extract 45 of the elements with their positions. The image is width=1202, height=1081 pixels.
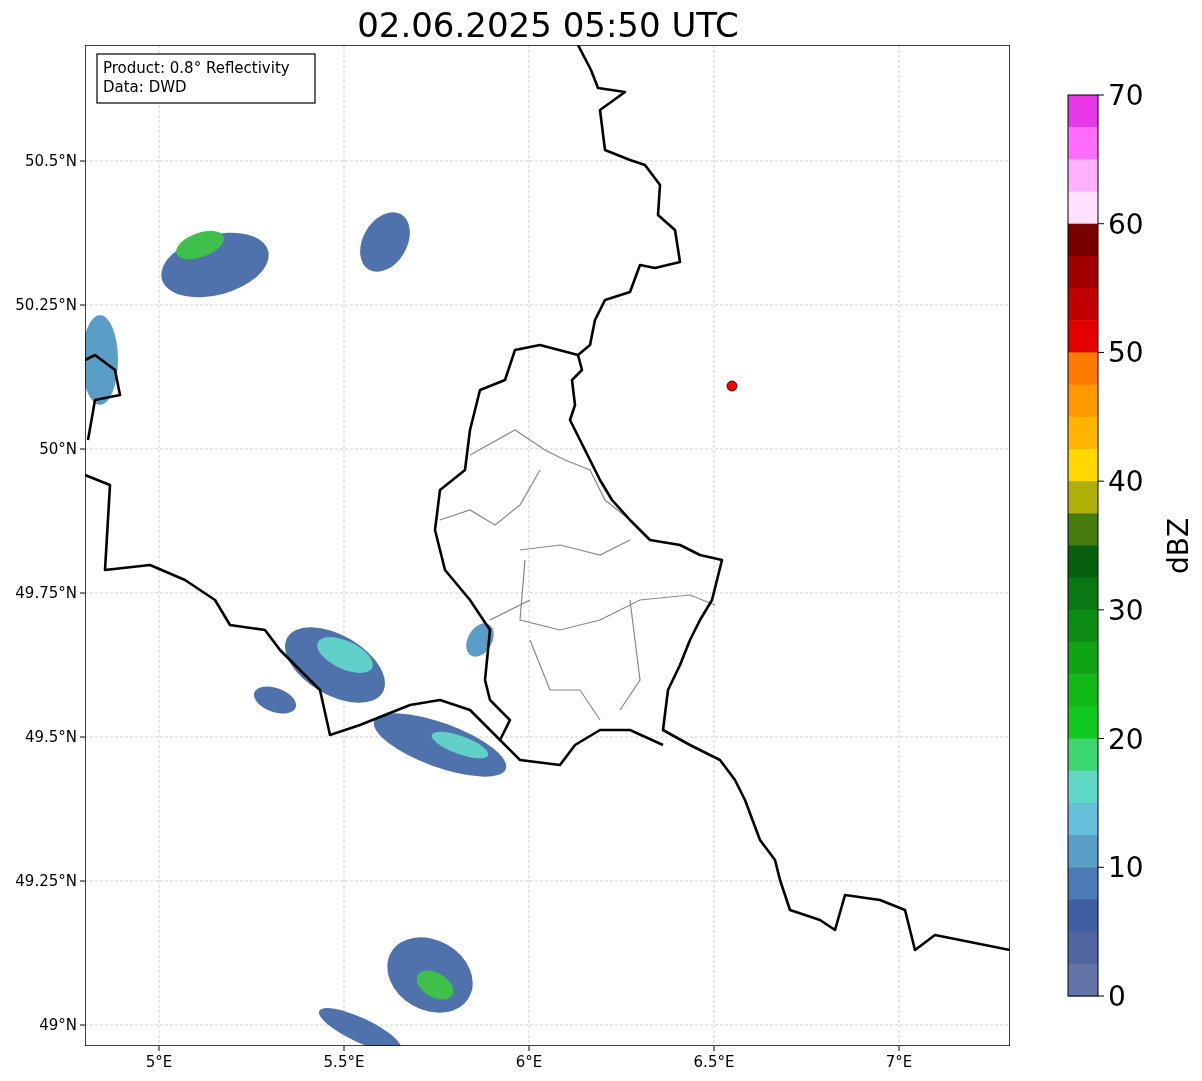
colorbar-tick-label: 0: [1108, 980, 1126, 1013]
x-tick-label: 6.5°E: [693, 1053, 735, 1071]
y-tick-label: 49.25°N: [15, 872, 77, 890]
tick-mark: [1097, 609, 1105, 611]
tick-mark: [1097, 223, 1105, 225]
tick-mark: [79, 448, 86, 450]
legend-text: Data: DWD: [103, 78, 187, 96]
y-tick-label: 50.25°N: [15, 296, 77, 314]
colorbar-tick-label: 30: [1108, 593, 1144, 627]
tick-mark: [1097, 866, 1105, 868]
tick-mark: [79, 736, 86, 738]
tick-mark: [528, 1045, 530, 1052]
y-tick-label: 50°N: [39, 440, 77, 458]
colorbar-tick-label: 10: [1108, 851, 1144, 885]
y-tick-label: 49.75°N: [15, 584, 77, 602]
tick-mark: [1097, 480, 1105, 482]
x-tick-label: 7°E: [885, 1053, 913, 1071]
y-tick-label: 49.5°N: [24, 728, 77, 746]
tick-mark: [158, 1045, 160, 1052]
tick-mark: [1097, 738, 1105, 740]
colorbar-tick-label: 70: [1108, 79, 1144, 112]
tick-mark: [1097, 94, 1105, 96]
tick-mark: [343, 1045, 345, 1052]
y-tick-label: 50.5°N: [24, 152, 77, 170]
x-tick-label: 6°E: [515, 1053, 543, 1071]
x-tick-label: 5°E: [145, 1053, 173, 1071]
y-tick-label: 49°N: [39, 1016, 77, 1034]
marker-icon: [726, 380, 738, 392]
colorbar-tick-label: 40: [1108, 465, 1144, 499]
colorbar-tick-label: 60: [1108, 207, 1144, 241]
colorbar-tick-label: 20: [1108, 722, 1144, 756]
legend-text: Product: 0.8° Reflectivity: [103, 59, 290, 77]
tick-mark: [79, 304, 86, 306]
figure-title: 02.06.2025 05:50 UTC: [357, 5, 739, 45]
tick-mark: [79, 1024, 86, 1026]
colorbar-tick-label: 50: [1108, 336, 1144, 370]
colorbar-label: dBZ: [1162, 517, 1195, 575]
tick-mark: [1097, 995, 1105, 997]
tick-mark: [79, 160, 86, 162]
tick-mark: [898, 1045, 900, 1052]
x-tick-label: 5.5°E: [323, 1053, 365, 1071]
tick-mark: [713, 1045, 715, 1052]
tick-mark: [79, 592, 86, 594]
tick-mark: [1097, 351, 1105, 353]
tick-mark: [79, 880, 86, 882]
